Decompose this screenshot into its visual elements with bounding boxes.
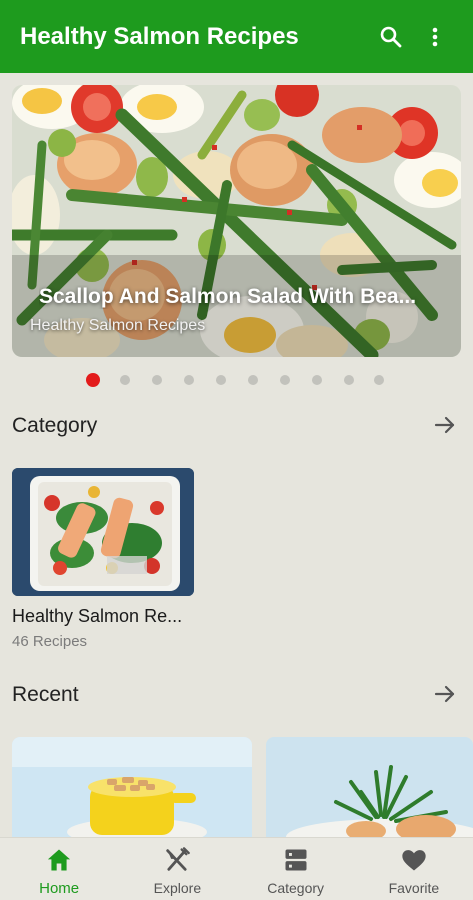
page-dot[interactable]: [280, 375, 290, 385]
nav-category-label: Category: [267, 880, 325, 896]
recipe-image: [266, 737, 473, 837]
bottom-navigation: Home Explore Category Favorite: [0, 837, 473, 900]
recipe-image: [12, 737, 252, 837]
page-dot[interactable]: [184, 375, 194, 385]
recent-section-title: Recent: [12, 683, 79, 706]
category-name: Healthy Salmon Re...: [12, 606, 183, 626]
arrow-right-icon: [434, 416, 455, 434]
recent-recipe-card[interactable]: [12, 737, 252, 837]
nav-explore-label: Explore: [153, 880, 202, 896]
app-bar: Healthy Salmon Recipes: [0, 0, 473, 73]
salmon-tray-image: [12, 468, 194, 596]
featured-recipe-slide[interactable]: Scallop And Salmon Salad With Bea... Hea…: [12, 85, 461, 357]
more-options-button[interactable]: [413, 15, 457, 59]
nav-explore[interactable]: Explore: [118, 838, 236, 900]
nav-favorite[interactable]: Favorite: [355, 838, 473, 900]
page-dot[interactable]: [374, 375, 384, 385]
category-see-all-button[interactable]: [430, 410, 460, 440]
page-dot[interactable]: [120, 375, 130, 385]
nav-home-label: Home: [39, 880, 80, 897]
server-icon: [282, 846, 310, 874]
arrow-right-icon: [434, 685, 455, 703]
app-title: Healthy Salmon Recipes: [20, 22, 299, 50]
search-icon: [380, 26, 402, 47]
recent-recipe-card[interactable]: [266, 737, 473, 837]
home-icon: [45, 846, 73, 874]
category-section-title: Category: [12, 414, 98, 437]
category-card[interactable]: [12, 468, 194, 596]
nav-favorite-label: Favorite: [388, 880, 440, 896]
page-dot[interactable]: [312, 375, 322, 385]
nav-home[interactable]: Home: [0, 838, 118, 900]
recent-see-all-button[interactable]: [430, 679, 460, 709]
slider-pagination: [0, 372, 473, 388]
utensils-icon: [163, 846, 191, 874]
nav-category[interactable]: Category: [237, 838, 355, 900]
search-button[interactable]: [369, 15, 413, 59]
slide-title: Scallop And Salmon Salad With Bea...: [39, 285, 417, 308]
page-dot[interactable]: [248, 375, 258, 385]
page-dot[interactable]: [152, 375, 162, 385]
slide-category: Healthy Salmon Recipes: [30, 317, 206, 334]
page-dot[interactable]: [216, 375, 226, 385]
page-dot-active[interactable]: [86, 373, 100, 387]
page-dot[interactable]: [344, 375, 354, 385]
more-vertical-icon: [432, 27, 438, 46]
category-recipe-count: 46 Recipes: [12, 633, 88, 650]
heart-icon: [400, 846, 428, 874]
